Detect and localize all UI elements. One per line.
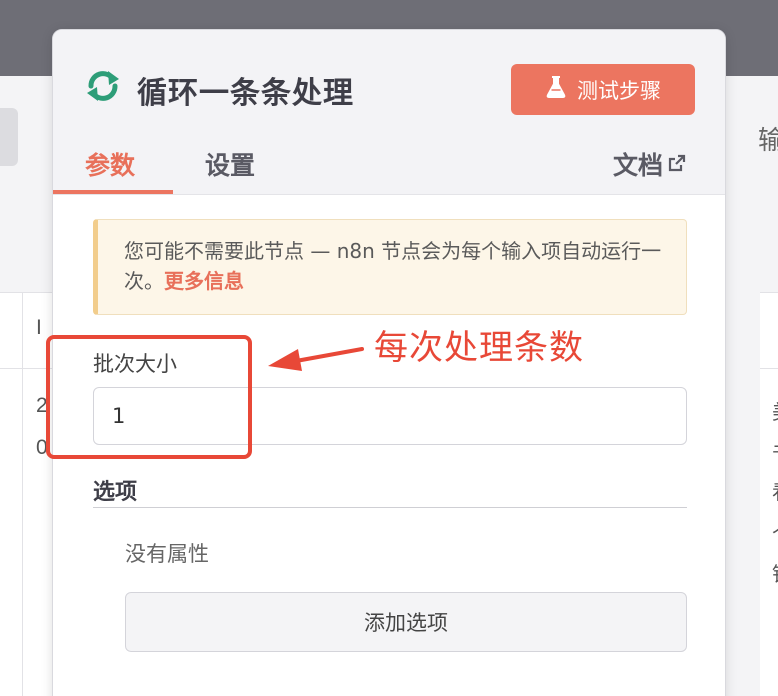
output-panel-cell-text: 针 [772, 558, 778, 587]
output-panel-row-divider [760, 368, 778, 369]
test-step-button[interactable]: 测试步骤 [511, 64, 695, 115]
node-title: 循环一条条处理 [137, 76, 354, 111]
input-panel-row-divider [0, 368, 52, 369]
options-divider [93, 507, 687, 508]
annotation-highlight-box [46, 335, 252, 459]
flask-icon [545, 75, 567, 104]
more-info-link[interactable]: 更多信息 [164, 269, 244, 293]
docs-label: 文档 [613, 151, 664, 180]
input-data-panel [0, 292, 52, 696]
output-panel-cell-text: 书 [772, 436, 778, 465]
annotation-text: 每次处理条数 [374, 328, 584, 368]
output-panel-cell-text: 看 [772, 476, 778, 505]
add-option-button[interactable]: 添加选项 [125, 592, 687, 652]
info-notice: 您可能不需要此节点 — n8n 节点会为每个输入项自动运行一次。更多信息 [93, 219, 687, 315]
loop-refresh-icon [83, 66, 123, 106]
output-panel-heading: 输 [758, 126, 778, 156]
panel-header: 循环一条条处理 测试步骤 参数 设置 文档 [53, 30, 725, 195]
no-properties-text: 没有属性 [125, 542, 209, 566]
output-panel-cell-text: 个 [772, 518, 778, 547]
tab-settings[interactable]: 设置 [205, 146, 255, 182]
annotation-arrow-icon [268, 347, 364, 371]
output-panel-cell-text: 美 [772, 396, 778, 425]
background-left-input [0, 108, 18, 166]
tab-parameters[interactable]: 参数 [85, 146, 135, 182]
input-panel-header-text: I [36, 316, 42, 339]
options-section-title: 选项 [93, 480, 138, 505]
input-panel-divider [22, 292, 23, 696]
external-link-icon [667, 150, 687, 179]
docs-link[interactable]: 文档 [613, 146, 687, 182]
test-step-label: 测试步骤 [577, 78, 661, 103]
active-tab-indicator [53, 190, 173, 194]
